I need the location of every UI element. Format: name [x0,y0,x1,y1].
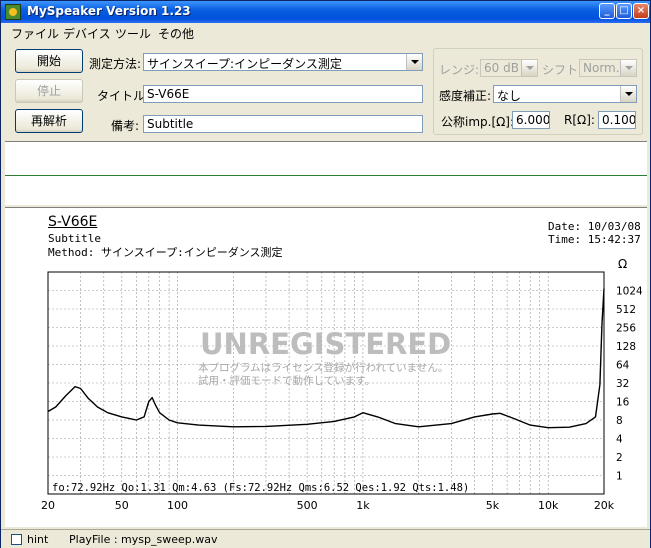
y-tick-label: 4 [616,434,623,446]
level-strip [5,141,647,205]
y-tick-label: 1 [616,471,623,483]
chevron-down-icon[interactable] [521,60,537,76]
chevron-down-icon[interactable] [620,86,636,102]
x-tick-label: 20 [41,499,55,512]
y-tick-label: 32 [616,378,629,390]
x-tick-label: 500 [297,499,318,512]
x-tick-label: 5k [486,499,500,512]
x-tick-label: 20k [594,499,615,512]
x-tick-label: 50 [115,499,129,512]
start-button[interactable]: 開始 [15,49,83,73]
menu-file[interactable]: ファイル [11,25,59,42]
x-tick-label: 1k [356,499,370,512]
window-title: MySpeaker Version 1.23 [27,4,191,18]
method-value: サインスイープ:インピーダンス測定 [147,57,342,71]
x-tick-label: 100 [167,499,188,512]
method-label: 測定方法: [89,57,142,71]
title-bar[interactable]: MySpeaker Version 1.23 _ □ × [1,1,650,23]
y-tick-label: 8 [616,415,623,427]
maximize-icon[interactable]: □ [616,3,632,19]
note-label: 備考: [111,119,140,133]
chart-params: fo:72.92Hz Qo:1.31 Qm:4.63 (Fs:72.92Hz Q… [52,482,469,494]
y-tick-label: 512 [616,304,636,316]
stop-button[interactable]: 停止 [15,79,83,103]
y-tick-label: 128 [616,341,636,353]
y-tick-label: 1024 [616,286,643,298]
impedance-chart: UNREGISTERED 本プログラムはライセンス登録が行われていません。 試用… [41,257,643,512]
reanalyze-button[interactable]: 再解析 [15,109,83,133]
menu-other[interactable]: その他 [158,25,194,42]
y-tick-label: 2 [616,452,623,464]
sensitivity-label: 感度補正: [439,89,492,103]
range-label: レンジ: [439,63,480,77]
level-line [5,175,647,176]
menu-device[interactable]: デバイス [63,25,111,42]
chevron-down-icon[interactable] [406,54,422,70]
note-input[interactable]: Subtitle [143,115,423,133]
sensitivity-value: なし [497,89,522,103]
sensitivity-select[interactable]: なし [493,85,637,103]
impedance-input[interactable]: 6.000 [512,111,550,129]
minimize-icon[interactable]: _ [599,3,615,19]
shift-select[interactable]: Norm. [579,59,637,77]
y-tick-label: 256 [616,323,636,335]
playfile-label: PlayFile : mysp_sweep.wav [69,533,218,546]
title-input[interactable]: S-V66E [143,85,423,103]
range-select[interactable]: 60 dB [480,59,538,77]
y-tick-label: 16 [616,397,630,409]
y-tick-label: 64 [616,360,630,372]
range-value: 60 dB [484,61,519,75]
menu-bar: ファイル デバイス ツール その他 [1,23,650,42]
hint-label: hint [27,533,49,546]
shift-label: シフト: [542,63,583,77]
resistance-input[interactable]: 0.100 [598,111,636,129]
close-icon[interactable]: × [633,3,649,19]
method-select[interactable]: サインスイープ:インピーダンス測定 [143,53,423,71]
shift-value: Norm. [583,61,620,75]
menu-tools[interactable]: ツール [115,25,151,42]
x-tick-label: 10k [538,499,559,512]
control-panel: 開始 停止 再解析 測定方法: サインスイープ:インピーダンス測定 タイトル: … [5,43,647,141]
resistance-label: R[Ω]: [564,113,595,127]
chart-area: S-V66E Subtitle Method: サインスイープ:インピーダンス測… [5,207,647,527]
watermark-line-1: 本プログラムはライセンス登録が行われていません。 [198,361,448,374]
watermark-line-2: 試用・評価モードで動作しています。 [198,374,375,387]
status-bar: hint PlayFile : mysp_sweep.wav [1,529,650,548]
hint-checkbox[interactable] [11,534,22,545]
watermark-title: UNREGISTERED [200,327,451,361]
title-label: タイトル: [97,89,150,103]
chevron-down-icon[interactable] [620,60,636,76]
impedance-label: 公称imp.[Ω]: [441,115,515,129]
y-unit-label: Ω [618,257,627,271]
app-icon [5,4,21,20]
main-window: MySpeaker Version 1.23 _ □ × ファイル デバイス ツ… [0,0,651,548]
